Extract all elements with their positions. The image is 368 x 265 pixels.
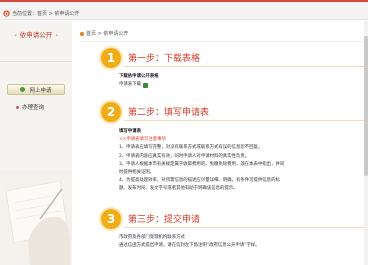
sidebar-title-text: 依申请公开 xyxy=(19,31,53,39)
step-header: 1 第一步：下载表格 xyxy=(84,48,368,69)
step-underline xyxy=(124,120,368,121)
online-apply-button[interactable]: 网上申请 xyxy=(7,84,65,95)
step-title: 第三步：提交申请 xyxy=(128,215,201,225)
sidebar: ✦ 依申请公开 ✦ 网上申请 办理查询 xyxy=(0,21,72,265)
step-title: 第二步：填写申请表 xyxy=(128,108,210,118)
scrollbar-thumb[interactable] xyxy=(364,36,368,176)
bullet-icon xyxy=(16,105,19,109)
home-icon xyxy=(3,10,10,17)
step-body: 下载依申请公开表格 申请表下载 xyxy=(119,73,368,89)
content-breadcrumb-text: 首页 > 依申请公开 xyxy=(86,31,129,37)
step-text-line: 4、为提高处理效率，对所需信息的描述应尽量详细、明确，有条件可提供信息的标 xyxy=(119,178,280,184)
step-header: 2 第二步：填写申请表 xyxy=(84,102,368,123)
step-3: 3 第三步：提交申请 市政府及各部门受理机构联系方式 通过信函方式提出申请，请在… xyxy=(84,209,368,250)
download-link[interactable]: 申请表下载 xyxy=(119,81,368,89)
step-underline xyxy=(124,227,368,228)
step-1: 1 第一步：下载表格 下载依申请公开表格 申请表下载 xyxy=(84,48,368,89)
step-number-badge: 1 xyxy=(101,48,121,68)
sidebar-divider xyxy=(0,61,72,62)
online-apply-label: 网上申请 xyxy=(29,87,52,94)
arrow-bullet-icon xyxy=(20,87,26,92)
step-body: 填写申请表 ××申请表填写注意事项 1、申请表应填写完整，对没有联系方式或联系方… xyxy=(119,128,368,194)
step-text-line: 下载依申请公开表格 xyxy=(119,74,159,79)
step-number-badge: 2 xyxy=(101,102,121,122)
sidebar-title: ✦ 依申请公开 ✦ xyxy=(0,31,72,40)
step-text-line: 填写申请表 xyxy=(119,129,141,134)
query-link-label: 办理查询 xyxy=(22,105,45,111)
step-text-line: 2、申请表内容应真实有效，同时申请人对申请材料的真实性负责。 xyxy=(119,153,250,159)
step-text-line: 3、申请人根据本市有关规定属于收取费用的，免缴免除费用，须在本表中指出，并同 xyxy=(119,161,285,167)
step-text-line: 时提供相关证明。 xyxy=(119,170,155,176)
download-link-label: 申请表下载 xyxy=(119,82,141,88)
writing-hand-illustration xyxy=(0,171,72,265)
flourish-icon: ✦ xyxy=(54,33,59,39)
breadcrumb: 当前位置：首页 > 依申请公开 xyxy=(12,11,80,17)
flourish-icon: ✦ xyxy=(13,33,18,39)
step-text-line: 市政府及各部门受理机构联系方式 xyxy=(119,235,185,240)
step-note-heading: ××申请表填写注意事项 xyxy=(119,137,166,143)
step-2: 2 第二步：填写申请表 填写申请表 ××申请表填写注意事项 1、申请表应填写完整… xyxy=(84,102,368,194)
query-link[interactable]: 办理查询 xyxy=(16,103,44,111)
step-text-line: 通过信函方式提出申请，请在信封左下角注明“政府信息公开申请”字样。 xyxy=(119,243,260,249)
location-dot-icon xyxy=(80,31,84,36)
step-text-line: 1、申请表应填写完整，对没有联系方式或联系方式有误的信息恕不回复。 xyxy=(119,145,263,151)
content-breadcrumb: 首页 > 依申请公开 xyxy=(80,30,128,37)
step-title: 第一步：下载表格 xyxy=(128,54,201,64)
step-body: 市政府及各部门受理机构联系方式 通过信函方式提出申请，请在信封左下角注明“政府信… xyxy=(119,234,368,250)
download-icon xyxy=(142,82,148,88)
location-bar: 当前位置：首页 > 依申请公开 xyxy=(0,2,368,20)
step-header: 3 第三步：提交申请 xyxy=(84,209,368,230)
content-divider xyxy=(80,41,368,42)
step-text-line: 题、发布时间、发文字号或者其他有助于明确该信息的提示。 xyxy=(119,186,238,192)
step-number-badge: 3 xyxy=(101,209,121,229)
step-underline xyxy=(124,66,368,67)
main-content: 首页 > 依申请公开 1 第一步：下载表格 下载依申请公开表格 申请表下载 2 … xyxy=(80,21,368,265)
